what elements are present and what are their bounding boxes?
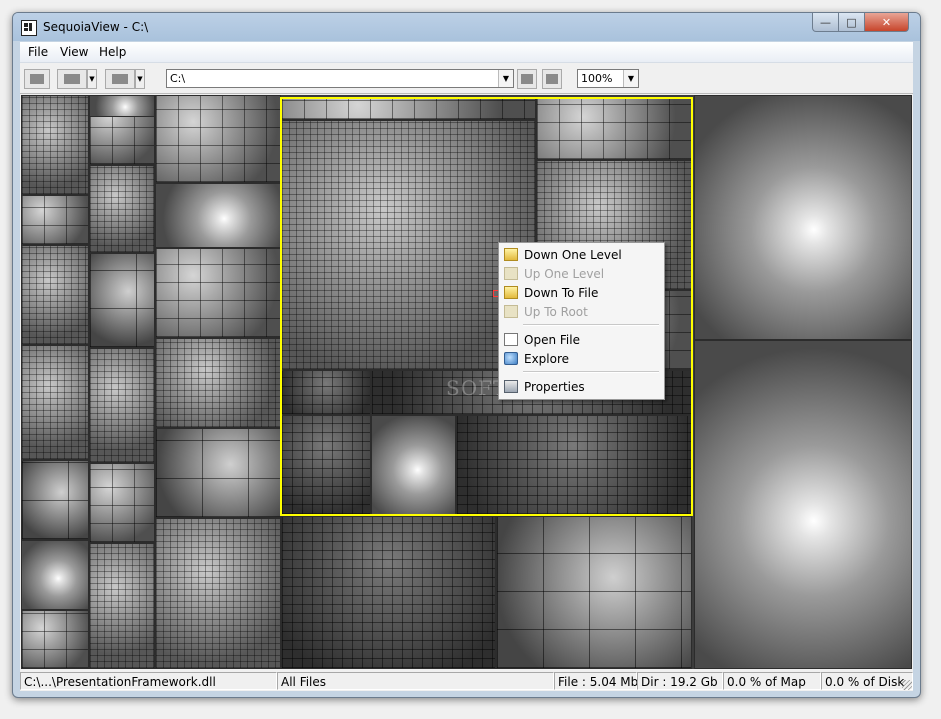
treemap-tile[interactable] <box>371 415 456 515</box>
window-title: SequoiaView - C:\ <box>43 20 149 34</box>
close-button[interactable]: ✕ <box>864 13 909 32</box>
status-file-size: File : 5.04 Mb <box>554 672 638 690</box>
treemap-tile[interactable] <box>89 165 155 253</box>
treemap-tile[interactable] <box>694 95 912 340</box>
treemap-tile[interactable] <box>21 540 89 610</box>
treemap-view[interactable]: SOFTPEDIA <box>21 95 912 669</box>
cushion-dropdown-arrow[interactable]: ▼ <box>135 69 145 89</box>
status-dir-size: Dir : 19.2 Gb <box>637 672 723 690</box>
treemap-tile[interactable] <box>89 95 155 117</box>
treemap-tile[interactable] <box>155 183 281 248</box>
client-area: File View Help ▼ ▼ C:\ ▼ 100% ▼ Down One… <box>20 42 913 691</box>
ctx-separator <box>523 371 659 373</box>
minimize-button[interactable]: — <box>812 13 839 32</box>
treemap-tile[interactable] <box>281 516 496 669</box>
file-icon <box>504 333 518 346</box>
treemap-tile[interactable] <box>21 345 89 460</box>
treemap-tile[interactable] <box>89 253 155 348</box>
context-menu: Down One Level Up One Level Down To File… <box>498 242 665 400</box>
zoom-combobox[interactable]: 100% ▼ <box>577 69 639 88</box>
folder-go-icon <box>521 74 533 84</box>
path-combobox[interactable]: C:\ ▼ <box>166 69 514 88</box>
ctx-open-file[interactable]: Open File <box>499 331 664 349</box>
menu-bar: File View Help <box>20 42 913 63</box>
treemap-tile[interactable] <box>281 415 371 515</box>
minimize-icon: — <box>820 15 831 29</box>
root-icon <box>504 305 518 318</box>
treemap-tile[interactable] <box>155 95 281 183</box>
status-bar: C:\...\PresentationFramework.dll All Fil… <box>20 671 913 691</box>
ctx-down-to-file[interactable]: Down To File <box>499 284 664 302</box>
properties-icon <box>504 380 518 393</box>
treemap-tile[interactable] <box>155 338 281 428</box>
layout-dropdown-arrow[interactable]: ▼ <box>87 69 97 89</box>
view-icon <box>30 74 44 84</box>
app-icon[interactable] <box>21 20 37 36</box>
status-path: C:\...\PresentationFramework.dll <box>20 672 277 690</box>
maximize-icon: □ <box>846 15 857 29</box>
treemap-tile[interactable] <box>21 195 89 245</box>
zoom-dropdown-arrow[interactable]: ▼ <box>623 70 638 87</box>
treemap-tile[interactable] <box>456 415 692 515</box>
treemap-tile[interactable] <box>155 518 281 669</box>
folder-up-icon <box>504 267 518 280</box>
layout-button[interactable] <box>57 69 87 89</box>
layout-icon <box>64 74 80 84</box>
treemap-tile[interactable] <box>694 340 912 669</box>
folder-file-icon <box>504 286 518 299</box>
treemap-tile[interactable] <box>21 95 89 195</box>
ctx-down-one-level[interactable]: Down One Level <box>499 246 664 264</box>
zoom-value: 100% <box>581 72 613 85</box>
treemap-tile[interactable] <box>21 245 89 345</box>
app-window: SequoiaView - C:\ — □ ✕ File View Help ▼… <box>12 12 921 698</box>
cushion-icon <box>112 74 128 84</box>
menu-file[interactable]: File <box>28 45 48 59</box>
status-map-percent: 0.0 % of Map <box>723 672 821 690</box>
ctx-properties[interactable]: Properties <box>499 378 664 396</box>
ctx-up-one-level[interactable]: Up One Level <box>499 265 664 283</box>
treemap-tile[interactable] <box>21 460 89 540</box>
ctx-up-to-root[interactable]: Up To Root <box>499 303 664 321</box>
treemap-tile[interactable] <box>89 463 155 543</box>
close-icon: ✕ <box>881 15 892 29</box>
status-filter: All Files <box>277 672 554 690</box>
title-bar[interactable]: SequoiaView - C:\ — □ ✕ <box>13 13 920 41</box>
treemap-tile[interactable] <box>536 98 692 160</box>
path-dropdown-arrow[interactable]: ▼ <box>498 70 513 87</box>
treemap-tile[interactable] <box>89 348 155 463</box>
treemap-tile[interactable] <box>496 516 692 669</box>
resize-grip[interactable] <box>902 680 912 690</box>
treemap-tile[interactable] <box>155 428 281 518</box>
go-button[interactable] <box>517 69 537 89</box>
maximize-button[interactable]: □ <box>838 13 865 32</box>
treemap-tile[interactable] <box>21 610 89 669</box>
treemap-tile[interactable] <box>89 543 155 669</box>
cushion-button[interactable] <box>105 69 135 89</box>
browse-button[interactable] <box>542 69 562 89</box>
treemap-tile[interactable] <box>155 248 281 338</box>
folder-browse-icon <box>546 74 558 84</box>
status-disk-percent: 0.0 % of Disk <box>821 672 913 690</box>
ctx-separator <box>523 324 659 326</box>
menu-help[interactable]: Help <box>99 45 126 59</box>
ctx-explore[interactable]: Explore <box>499 350 664 368</box>
treemap-tile[interactable] <box>281 370 371 415</box>
toolbar: ▼ ▼ C:\ ▼ 100% ▼ <box>20 63 913 94</box>
view-button[interactable] <box>24 69 50 89</box>
path-value: C:\ <box>170 72 186 85</box>
explore-icon <box>504 352 518 365</box>
menu-view[interactable]: View <box>60 45 88 59</box>
treemap-tile[interactable] <box>281 98 536 120</box>
folder-down-icon <box>504 248 518 261</box>
